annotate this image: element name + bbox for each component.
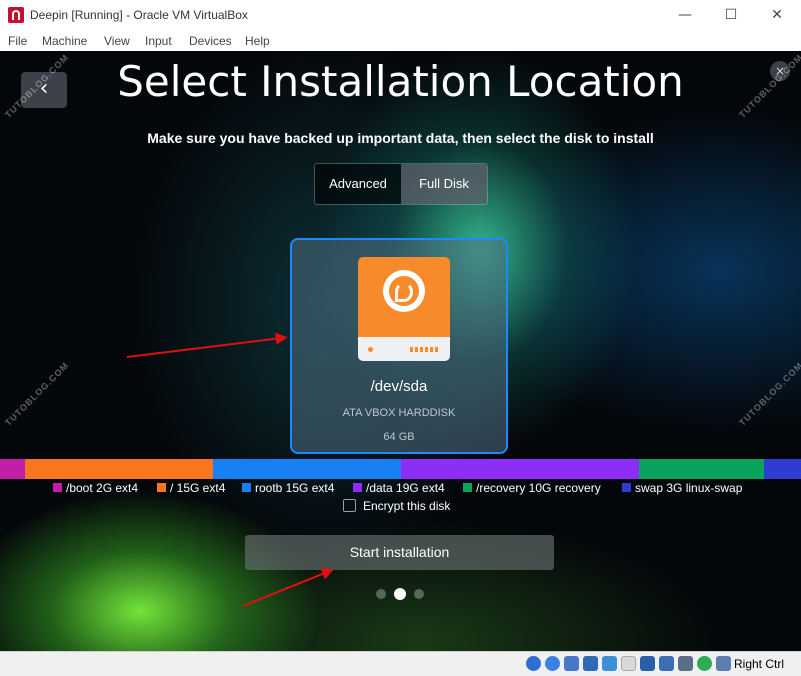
- menu-help[interactable]: Help: [245, 34, 270, 48]
- start-installation-button[interactable]: Start installation: [245, 535, 554, 570]
- close-window-button[interactable]: ✕: [762, 4, 792, 26]
- disk-card-sda[interactable]: /dev/sda ATA VBOX HARDDISK 64 GB: [290, 238, 508, 454]
- deepin-logo-icon: [383, 270, 425, 312]
- annotation-arrow-disk: [126, 336, 286, 358]
- maximize-button[interactable]: ☐: [716, 4, 746, 26]
- partition-legend: /boot 2G ext4 / 15G ext4 rootb 15G ext4/da…: [0, 481, 801, 499]
- disk-size: 64 GB: [383, 431, 415, 443]
- cpu-icon[interactable]: [678, 656, 693, 671]
- page-indicator: [376, 588, 426, 600]
- menu-machine[interactable]: Machine: [42, 34, 87, 48]
- vm-status-bar: Right Ctrl: [0, 651, 801, 676]
- legend-item: / 15G ext4: [157, 481, 225, 495]
- legend-swatch: [353, 483, 362, 493]
- window-title: Deepin [Running] - Oracle VM VirtualBox: [30, 8, 248, 22]
- legend-swatch: [53, 483, 62, 493]
- partition-segment: [0, 459, 25, 479]
- menu-bar: File Machine View Input Devices Help: [0, 30, 801, 52]
- legend-label: / 15G ext4: [170, 481, 226, 495]
- legend-item: /boot 2G ext4: [53, 481, 138, 495]
- menu-devices[interactable]: Devices: [189, 34, 232, 48]
- tab-full-disk[interactable]: Full Disk: [401, 164, 487, 204]
- optical-drive-icon[interactable]: [545, 656, 560, 671]
- install-mode-toggle: Advanced Full Disk: [314, 163, 488, 205]
- virtualization-icon[interactable]: [697, 656, 712, 671]
- legend-swatch: [463, 483, 472, 493]
- legend-item: rootb 15G ext4: [242, 481, 334, 495]
- hard-disk-icon: [358, 257, 450, 365]
- tab-advanced[interactable]: Advanced: [315, 164, 401, 204]
- mouse-integration-icon[interactable]: [716, 656, 731, 671]
- disk-device-name: /dev/sda: [370, 378, 428, 395]
- disk-model: ATA VBOX HARDDISK: [342, 407, 456, 419]
- partition-segment: [764, 459, 801, 479]
- legend-swatch: [157, 483, 166, 493]
- page-dot-1: [376, 589, 386, 599]
- hard-disk-activity-icon[interactable]: [526, 656, 541, 671]
- shared-folders-icon[interactable]: [621, 656, 636, 671]
- partition-segment: [401, 459, 639, 479]
- partition-bar: [0, 459, 801, 479]
- partition-segment: [213, 459, 401, 479]
- legend-label: rootb 15G ext4: [255, 481, 335, 495]
- legend-swatch: [622, 483, 631, 493]
- partition-segment: [25, 459, 213, 479]
- menu-input[interactable]: Input: [145, 34, 172, 48]
- minimize-button[interactable]: —: [670, 4, 700, 26]
- watermark-logo: TUTOBLOG.COM: [737, 360, 801, 428]
- display-icon[interactable]: [640, 656, 655, 671]
- page-dot-2: [394, 588, 406, 600]
- encrypt-checkbox[interactable]: [343, 499, 356, 513]
- menu-file[interactable]: File: [8, 34, 27, 48]
- legend-label: /data 19G ext4: [366, 481, 445, 495]
- page-subtitle: Make sure you have backed up important d…: [147, 130, 654, 146]
- legend-label: /boot 2G ext4: [66, 481, 139, 495]
- encrypt-option[interactable]: Encrypt this disk: [343, 499, 450, 513]
- host-key-label: Right Ctrl: [734, 657, 785, 671]
- virtualbox-app-icon: [8, 7, 24, 23]
- legend-item: /recovery 10G recovery: [463, 481, 601, 495]
- encrypt-label: Encrypt this disk: [363, 499, 451, 513]
- legend-label: swap 3G linux-swap: [635, 481, 743, 495]
- watermark-logo: TUTOBLOG.COM: [3, 360, 71, 428]
- video-capture-icon[interactable]: [659, 656, 674, 671]
- menu-view[interactable]: View: [104, 34, 130, 48]
- usb-icon[interactable]: [602, 656, 617, 671]
- annotation-arrow-start: [242, 569, 333, 607]
- page-title: Select Installation Location: [117, 57, 684, 106]
- network-icon[interactable]: [583, 656, 598, 671]
- legend-item: /data 19G ext4: [353, 481, 445, 495]
- page-dot-3: [414, 589, 424, 599]
- window-titlebar: Deepin [Running] - Oracle VM VirtualBox …: [0, 0, 801, 30]
- audio-icon[interactable]: [564, 656, 579, 671]
- legend-label: /recovery 10G recovery: [476, 481, 601, 495]
- legend-swatch: [242, 483, 251, 493]
- partition-segment: [639, 459, 764, 479]
- legend-item: swap 3G linux-swap: [622, 481, 742, 495]
- guest-screen: ‹ × Select Installation Location Make su…: [0, 51, 801, 651]
